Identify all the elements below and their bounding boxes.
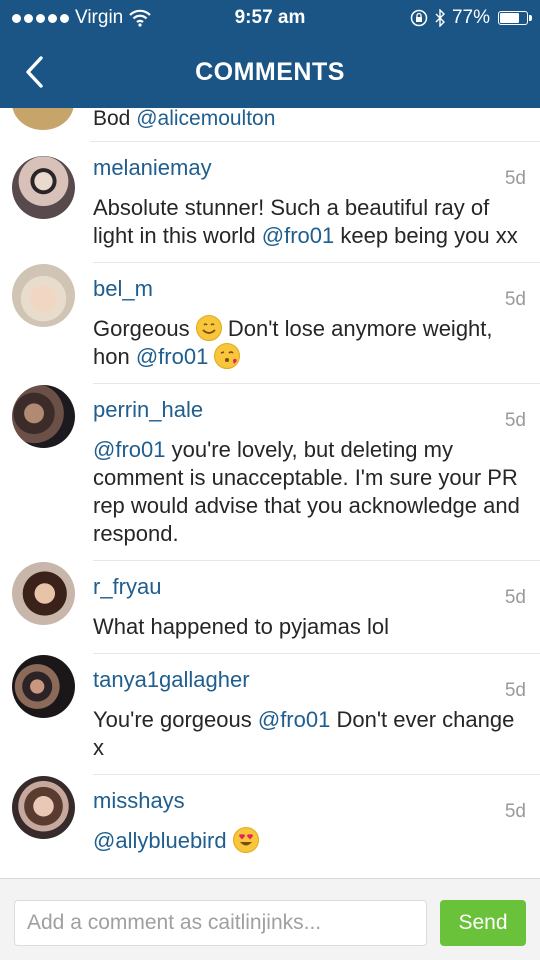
comment-username[interactable]: misshays — [93, 787, 526, 815]
bluetooth-icon — [435, 9, 445, 27]
comment-item: misshays 5d @allybluebird — [0, 774, 540, 867]
comment-item: melaniemay 5d Absolute stunner! Such a b… — [0, 142, 540, 262]
comment-composer: Send — [0, 878, 540, 960]
face-blowing-kiss-emoji — [214, 343, 241, 369]
avatar[interactable] — [12, 385, 75, 448]
send-button[interactable]: Send — [440, 900, 526, 946]
back-button[interactable] — [14, 50, 54, 94]
avatar[interactable] — [12, 655, 75, 718]
status-right: 77% — [410, 7, 532, 29]
partial-comment: Bod @alicemoulton — [12, 108, 540, 142]
comment-text: You're gorgeous @fro01 Don't ever change… — [93, 707, 515, 760]
avatar[interactable] — [12, 108, 74, 130]
carrier-area: Virgin — [12, 7, 152, 29]
comment-text: What happened to pyjamas lol — [93, 614, 389, 639]
comment-username[interactable]: perrin_hale — [93, 396, 526, 424]
avatar[interactable] — [12, 156, 75, 219]
comment-body: misshays 5d @allybluebird — [93, 774, 540, 855]
comment-item: bel_m 5d Gorgeous Don't lose anymore wei… — [0, 262, 540, 383]
comment-text: Gorgeous Don't lose anymore weight, hon … — [93, 315, 493, 369]
comment-timestamp: 5d — [504, 168, 526, 189]
mention-link[interactable]: @fro01 — [258, 707, 330, 732]
comment-username[interactable]: bel_m — [93, 275, 526, 303]
avatar[interactable] — [12, 562, 75, 625]
battery-icon — [498, 11, 532, 25]
comment-text: Absolute stunner! Such a beautiful ray o… — [93, 195, 518, 248]
mention-link[interactable]: @fro01 — [93, 437, 165, 462]
orientation-lock-icon — [410, 9, 428, 27]
status-bar: Virgin 9:57 am 77% — [0, 0, 540, 36]
comment-body: melaniemay 5d Absolute stunner! Such a b… — [93, 154, 540, 250]
comment-username[interactable]: r_fryau — [93, 573, 526, 601]
comment-text: @fro01 you're lovely, but deleting my co… — [93, 437, 520, 546]
mention-link[interactable]: @fro01 — [262, 223, 334, 248]
comment-timestamp: 5d — [504, 801, 526, 822]
carrier-name: Virgin — [75, 7, 124, 28]
comment-body: tanya1gallagher 5d You're gorgeous @fro0… — [93, 653, 540, 762]
navigation-bar: COMMENTS — [0, 36, 540, 108]
comment-body: r_fryau 5d What happened to pyjamas lol — [93, 560, 540, 641]
comment-timestamp: 5d — [504, 587, 526, 608]
battery-level — [500, 13, 519, 23]
comment-body: bel_m 5d Gorgeous Don't lose anymore wei… — [93, 262, 540, 371]
comment-body: perrin_hale 5d @fro01 you're lovely, but… — [93, 383, 540, 548]
comment-list[interactable]: Bod @alicemoulton melaniemay 5d Absolute… — [0, 108, 540, 878]
avatar[interactable] — [12, 264, 75, 327]
comment-item: tanya1gallagher 5d You're gorgeous @fro0… — [0, 653, 540, 774]
mention-link[interactable]: @fro01 — [136, 344, 208, 369]
smiling-face-emoji — [195, 315, 222, 341]
comment-text: Bod @alicemoulton — [93, 108, 276, 130]
comment-input[interactable] — [14, 900, 427, 946]
comment-timestamp: 5d — [504, 680, 526, 701]
signal-strength-icon — [12, 13, 69, 23]
comment-timestamp: 5d — [504, 410, 526, 431]
heart-eyes-emoji — [232, 827, 259, 853]
wifi-icon — [129, 9, 152, 27]
battery-percent: 77% — [451, 7, 490, 28]
comment-item: perrin_hale 5d @fro01 you're lovely, but… — [0, 383, 540, 560]
comment-text: @allybluebird — [93, 827, 526, 855]
comment-item: r_fryau 5d What happened to pyjamas lol — [0, 560, 540, 653]
comment-username[interactable]: tanya1gallagher — [93, 666, 526, 694]
page-title: COMMENTS — [195, 57, 345, 86]
comment-username[interactable]: melaniemay — [93, 154, 526, 182]
mention-link[interactable]: @allybluebird — [93, 828, 227, 853]
comment-timestamp: 5d — [504, 289, 526, 310]
mention-link[interactable]: @alicemoulton — [136, 108, 275, 130]
chevron-left-icon — [26, 56, 43, 88]
avatar[interactable] — [12, 776, 75, 839]
